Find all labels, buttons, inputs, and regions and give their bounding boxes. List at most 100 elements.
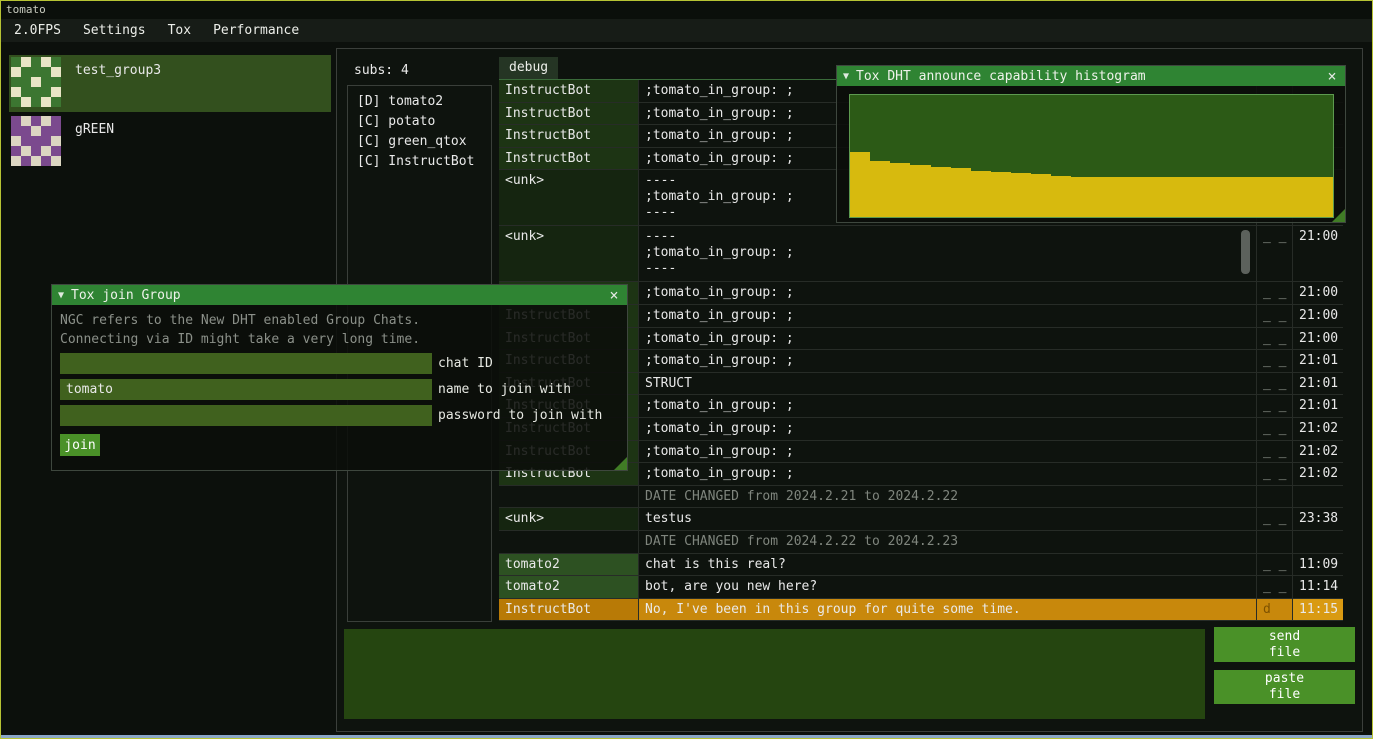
histogram-bar <box>1232 177 1252 217</box>
chat-message-row: <unk>----;tomato_in_group: ;----_ _21:00 <box>499 226 1343 282</box>
group-name: gREEN <box>75 122 114 137</box>
subs-count-label: subs: 4 <box>354 63 409 78</box>
histogram-bar <box>1192 177 1212 217</box>
histogram-bar <box>971 171 991 217</box>
histogram-window-close-button[interactable]: × <box>1323 66 1341 86</box>
sender-name: tomato2 <box>499 576 639 598</box>
histogram-bar <box>991 172 1011 217</box>
message-flags: _ _ <box>1257 576 1293 598</box>
window-bottom-edge <box>1 735 1372 738</box>
message-text: ;tomato_in_group: ; <box>639 463 1257 485</box>
chat-message-row: InstructBotNo, I've been in this group f… <box>499 599 1343 621</box>
sender-name: InstructBot <box>499 80 639 102</box>
chat-id-label: chat ID <box>438 356 493 371</box>
message-flags: _ _ <box>1257 350 1293 372</box>
group-item-test_group3[interactable]: test_group3 <box>9 55 331 112</box>
join-info-line: NGC refers to the New DHT enabled Group … <box>60 313 619 329</box>
join-window-close-button[interactable]: × <box>605 285 623 305</box>
message-text: DATE CHANGED from 2024.2.22 to 2024.2.23 <box>639 531 1257 553</box>
message-time: 23:38 <box>1293 508 1343 530</box>
histogram-bar <box>1092 177 1112 217</box>
message-text: ;tomato_in_group: ; <box>639 395 1257 417</box>
histogram-bar <box>1132 177 1152 217</box>
menubar: 2.0FPS Settings Tox Performance <box>1 19 1372 42</box>
message-text: ;tomato_in_group: ; <box>639 441 1257 463</box>
histogram-window-body <box>837 86 1345 222</box>
message-time <box>1293 531 1343 553</box>
resize-grip-icon[interactable] <box>1332 209 1345 222</box>
menu-settings[interactable]: Settings <box>72 20 157 41</box>
dht-histogram-window: ▼ Tox DHT announce capability histogram … <box>836 65 1346 223</box>
message-text: testus <box>639 508 1257 530</box>
histogram-plot <box>849 94 1334 218</box>
app-window: tomato 2.0FPS Settings Tox Performance t… <box>0 0 1373 739</box>
collapse-arrow-icon[interactable]: ▼ <box>58 290 64 301</box>
join-info-line: Connecting via ID might take a very long… <box>60 332 619 348</box>
histogram-bar <box>1293 177 1313 217</box>
chat-id-input[interactable] <box>60 353 432 374</box>
sub-item: [C] potato <box>348 112 491 132</box>
message-flags: d <box>1257 599 1293 621</box>
message-time: 11:14 <box>1293 576 1343 598</box>
sub-item: [C] InstructBot <box>348 152 491 172</box>
histogram-window-titlebar[interactable]: ▼ Tox DHT announce capability histogram … <box>837 66 1345 86</box>
send-file-button[interactable]: send file <box>1214 627 1355 662</box>
sender-name: InstructBot <box>499 599 639 621</box>
message-flags: _ _ <box>1257 418 1293 440</box>
message-text: ;tomato_in_group: ; <box>639 328 1257 350</box>
join-button[interactable]: join <box>60 434 100 456</box>
message-text: No, I've been in this group for quite so… <box>639 599 1257 621</box>
chat-message-row: <unk>testus_ _23:38 <box>499 508 1343 531</box>
message-text: ;tomato_in_group: ; <box>639 350 1257 372</box>
message-time: 21:02 <box>1293 463 1343 485</box>
message-text: bot, are you new here? <box>639 576 1257 598</box>
message-time: 11:09 <box>1293 554 1343 576</box>
date-separator-row: DATE CHANGED from 2024.2.22 to 2024.2.23 <box>499 531 1343 554</box>
tab-debug[interactable]: debug <box>499 57 558 79</box>
message-flags: _ _ <box>1257 508 1293 530</box>
join-password-label: password to join with <box>438 408 602 423</box>
message-time <box>1293 486 1343 508</box>
sender-name <box>499 531 639 553</box>
histogram-bar <box>890 163 910 217</box>
histogram-bar <box>1313 177 1333 217</box>
window-title: tomato <box>6 3 46 16</box>
message-text: ----;tomato_in_group: ;---- <box>639 226 1257 281</box>
paste-file-button[interactable]: paste file <box>1214 670 1355 704</box>
window-titlebar[interactable]: tomato <box>1 1 1372 19</box>
histogram-bar <box>1031 174 1051 217</box>
histogram-window-title: Tox DHT announce capability histogram <box>856 69 1146 84</box>
group-avatar-identicon <box>11 116 61 166</box>
sub-item: [C] green_qtox <box>348 132 491 152</box>
message-text: ;tomato_in_group: ; <box>639 418 1257 440</box>
message-flags <box>1257 531 1293 553</box>
collapse-arrow-icon[interactable]: ▼ <box>843 71 849 82</box>
histogram-bar <box>870 161 890 217</box>
message-text: STRUCT <box>639 373 1257 395</box>
message-input[interactable] <box>344 629 1205 719</box>
sender-name: <unk> <box>499 170 639 225</box>
sender-name: <unk> <box>499 508 639 530</box>
sender-name: tomato2 <box>499 554 639 576</box>
resize-grip-icon[interactable] <box>614 457 627 470</box>
histogram-bar <box>1273 177 1293 217</box>
date-separator-row: DATE CHANGED from 2024.2.21 to 2024.2.22 <box>499 486 1343 509</box>
message-time: 21:02 <box>1293 418 1343 440</box>
message-text: chat is this real? <box>639 554 1257 576</box>
menu-performance[interactable]: Performance <box>202 20 310 41</box>
group-item-gREEN[interactable]: gREEN <box>9 114 331 171</box>
join-name-input[interactable] <box>60 379 432 400</box>
chat-scrollbar-handle[interactable] <box>1241 230 1250 274</box>
menu-tox[interactable]: Tox <box>157 20 202 41</box>
join-password-input[interactable] <box>60 405 432 426</box>
message-flags: _ _ <box>1257 328 1293 350</box>
histogram-bar <box>850 152 870 217</box>
message-time: 21:02 <box>1293 441 1343 463</box>
message-flags: _ _ <box>1257 226 1293 281</box>
message-flags: _ _ <box>1257 305 1293 327</box>
sender-name: InstructBot <box>499 148 639 170</box>
histogram-bar <box>1011 173 1031 217</box>
join-name-label: name to join with <box>438 382 571 397</box>
join-window-titlebar[interactable]: ▼ Tox join Group × <box>52 285 627 305</box>
message-time: 21:00 <box>1293 328 1343 350</box>
